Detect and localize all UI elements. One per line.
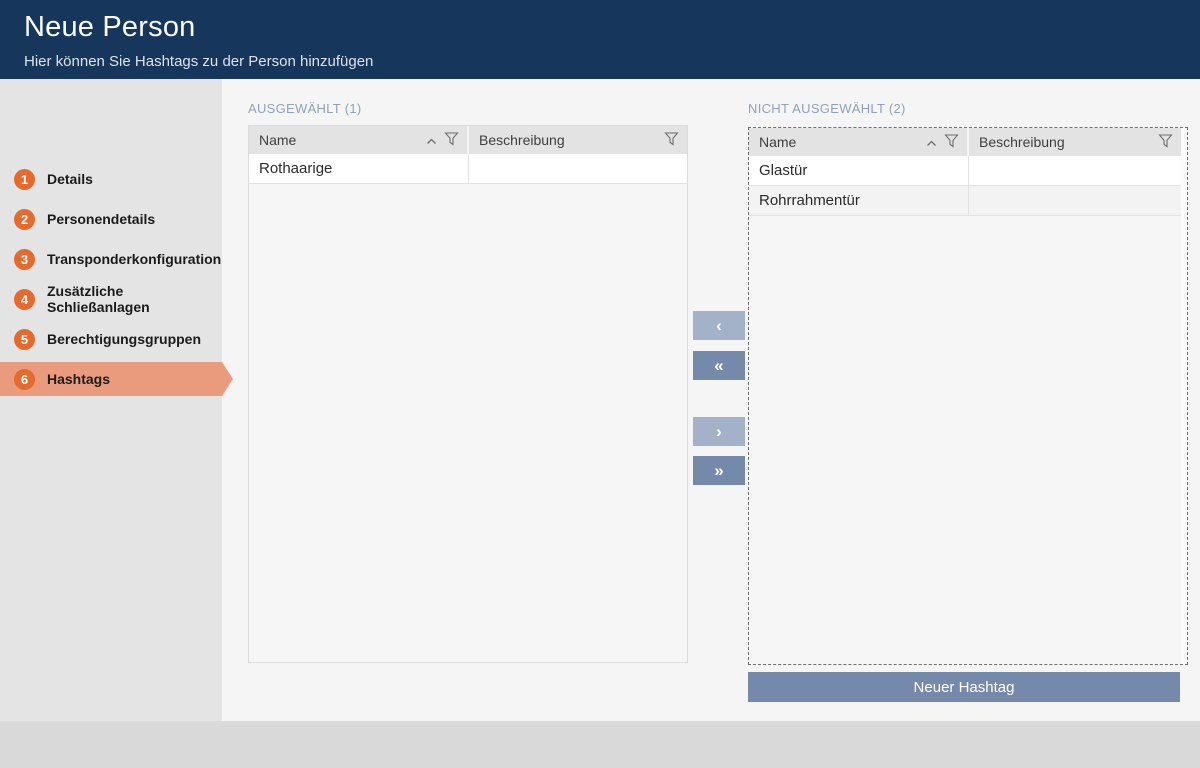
sort-ascending-icon[interactable] (426, 132, 437, 148)
page-subtitle: Hier können Sie Hashtags zu der Person h… (24, 53, 373, 70)
move-all-right-button[interactable]: » (693, 456, 745, 485)
column-header-label: Beschreibung (479, 132, 565, 148)
selected-table: Name Beschreibung Rothaarige (248, 125, 688, 663)
step-number-badge: 2 (14, 209, 35, 230)
header: Neue Person Hier können Sie Hashtags zu … (0, 0, 1200, 79)
step-hashtags-active[interactable]: 6 Hashtags (0, 362, 222, 396)
wizard-sidebar: 1 Details 2 Personendetails 3 Transponde… (0, 79, 222, 721)
step-details[interactable]: 1 Details (0, 162, 222, 196)
move-right-button[interactable]: › (693, 417, 745, 446)
step-label: Personendetails (47, 211, 155, 227)
filter-icon[interactable] (444, 132, 459, 149)
step-label: Hashtags (47, 371, 110, 387)
filter-icon[interactable] (944, 134, 959, 151)
column-header-description[interactable]: Beschreibung (969, 128, 1181, 156)
step-transponderkonfiguration[interactable]: 3 Transponderkonfiguration (0, 242, 222, 276)
step-label: Transponderkonfiguration (47, 251, 221, 267)
column-header-name[interactable]: Name (749, 128, 969, 156)
filter-icon[interactable] (1158, 134, 1173, 151)
column-header-label: Name (759, 134, 796, 150)
scrollbar-track[interactable] (1181, 128, 1187, 664)
step-personendetails[interactable]: 2 Personendetails (0, 202, 222, 236)
column-header-name[interactable]: Name (249, 126, 469, 154)
step-zusaetzliche-schliessanlagen[interactable]: 4 Zusätzliche Schließanlagen (0, 282, 222, 316)
filter-icon[interactable] (664, 132, 679, 149)
column-header-description[interactable]: Beschreibung (469, 126, 687, 154)
step-label: Berechtigungsgruppen (47, 331, 201, 347)
wizard-window: Neue Person Hier können Sie Hashtags zu … (0, 0, 1200, 768)
unselected-table: Name Beschreibung Glastür Rohrrahmentür (748, 127, 1188, 665)
move-left-button[interactable]: ‹ (693, 311, 745, 340)
unselected-table-header: Name Beschreibung (749, 128, 1181, 156)
step-berechtigungsgruppen[interactable]: 5 Berechtigungsgruppen (0, 322, 222, 356)
column-header-label: Beschreibung (979, 134, 1065, 150)
cell-name: Rothaarige (249, 154, 469, 183)
footer-bar: Weiteres Objekt erstellen < Zurück Weite… (0, 721, 1200, 768)
table-row[interactable]: Rohrrahmentür (749, 186, 1181, 216)
cell-description (969, 186, 1181, 215)
table-row[interactable]: Rothaarige (249, 154, 687, 184)
cell-name: Rohrrahmentür (749, 186, 969, 215)
selected-panel-label: AUSGEWÄHLT (1) (248, 101, 362, 116)
step-number-badge: 5 (14, 329, 35, 350)
step-number-badge: 3 (14, 249, 35, 270)
step-number-badge: 4 (14, 289, 35, 310)
column-header-label: Name (259, 132, 296, 148)
step-number-badge: 6 (14, 369, 35, 390)
step-label: Details (47, 171, 93, 187)
unselected-panel-label: NICHT AUSGEWÄHLT (2) (748, 101, 906, 116)
sort-ascending-icon[interactable] (926, 134, 937, 150)
page-title: Neue Person (24, 11, 195, 44)
move-all-left-button[interactable]: « (693, 351, 745, 380)
cell-description (969, 156, 1181, 185)
selected-table-header: Name Beschreibung (249, 126, 687, 154)
new-hashtag-button[interactable]: Neuer Hashtag (748, 672, 1180, 702)
cell-description (469, 154, 687, 183)
step-label: Zusätzliche Schließanlagen (47, 283, 222, 315)
cell-name: Glastür (749, 156, 969, 185)
step-number-badge: 1 (14, 169, 35, 190)
table-row[interactable]: Glastür (749, 156, 1181, 186)
